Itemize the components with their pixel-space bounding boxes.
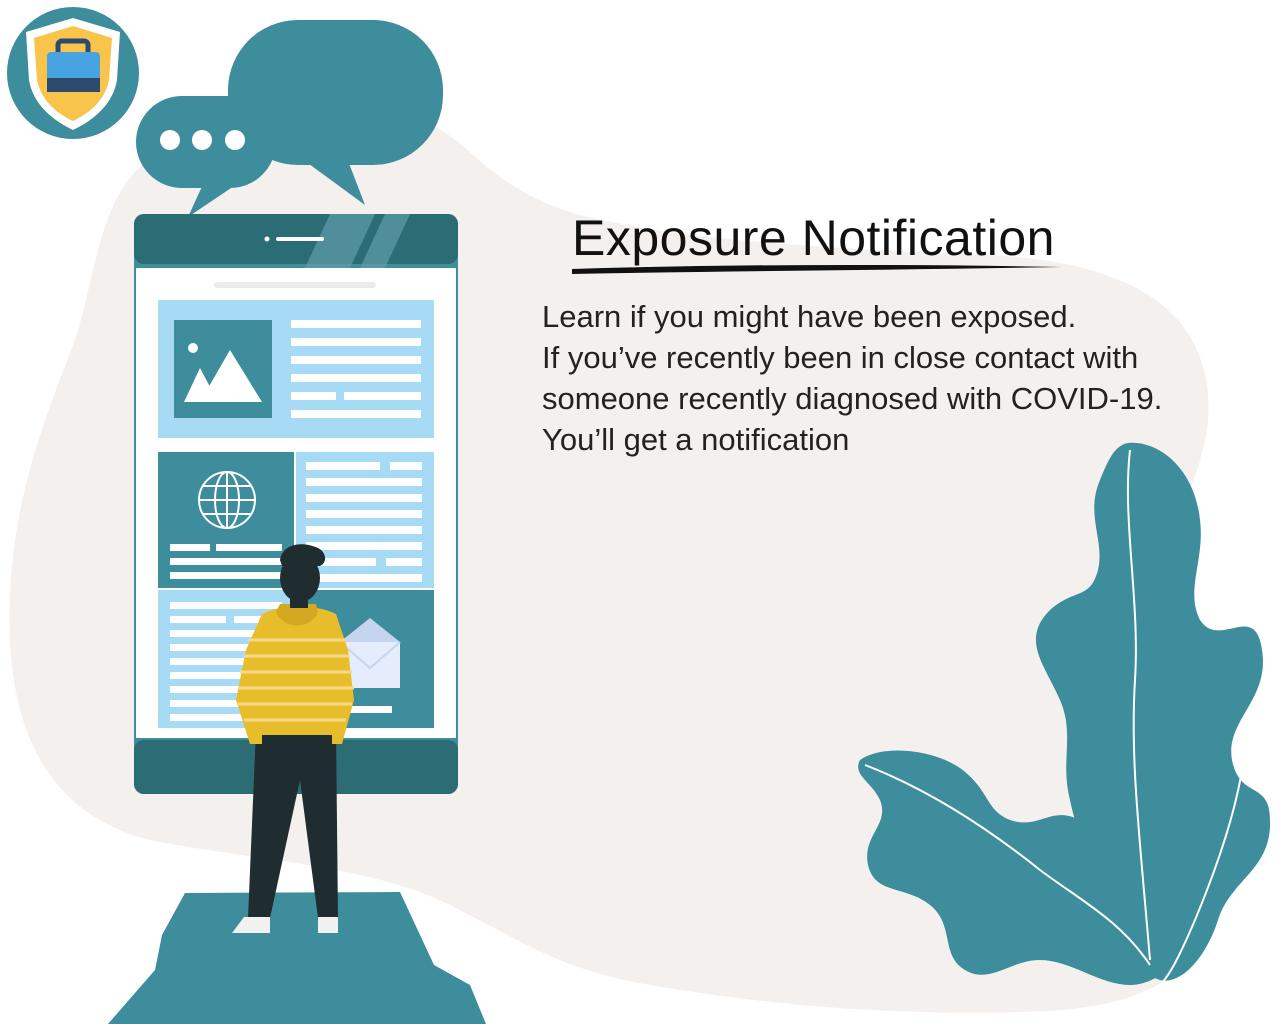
description: Learn if you might have been exposed. If… [542, 296, 1242, 460]
illustration [7, 7, 1271, 1024]
description-line: Learn if you might have been exposed. [542, 299, 1077, 334]
floor-shape [108, 892, 486, 1024]
shield-lock-icon [7, 7, 139, 139]
description-line: If you’ve recently been in close contact… [542, 340, 1139, 375]
description-line: someone recently diagnosed with COVID-19… [542, 381, 1163, 416]
page-title: Exposure Notification [572, 210, 1055, 266]
title-underline [572, 264, 1062, 274]
image-icon [174, 320, 272, 418]
globe-icon [198, 471, 256, 529]
description-line: You’ll get a notification [542, 422, 850, 457]
